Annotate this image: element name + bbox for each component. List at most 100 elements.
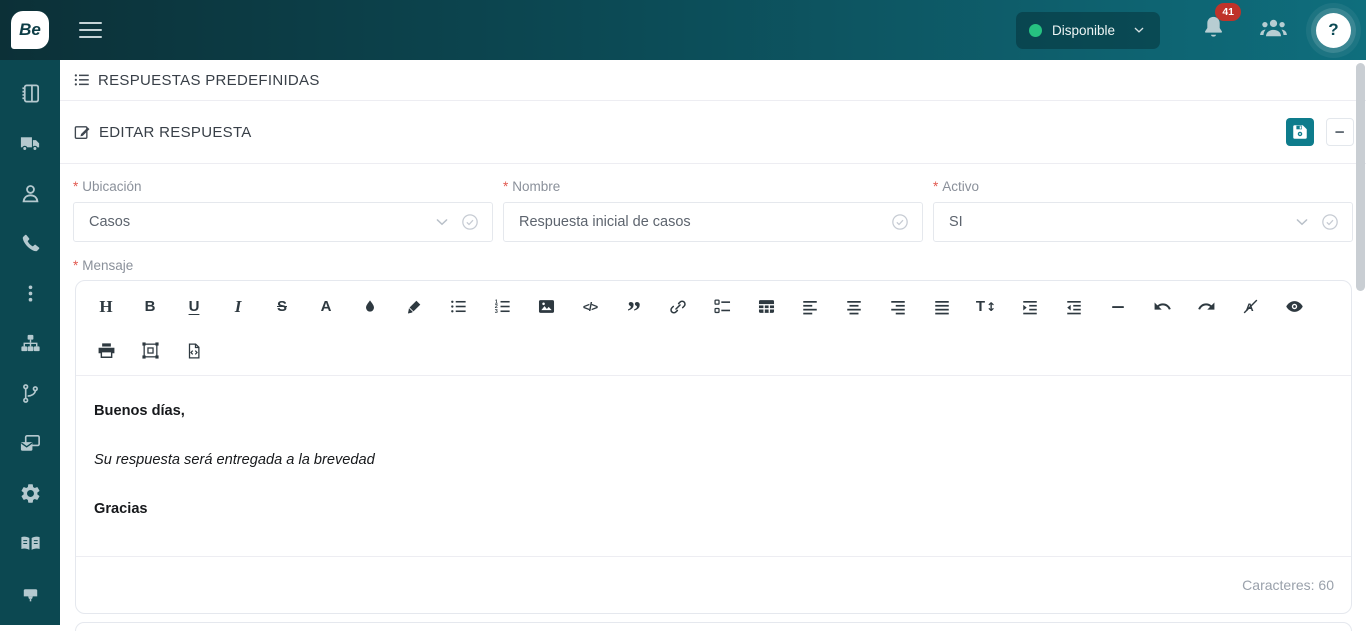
highlight-button[interactable]: [392, 291, 436, 322]
header-button[interactable]: H: [84, 291, 128, 322]
check-circle-icon: [890, 212, 910, 232]
align-left-button[interactable]: [788, 291, 832, 322]
nombre-label: Nombre: [512, 179, 560, 194]
strikethrough-glyph: S: [277, 298, 287, 315]
sidebar-item-clients[interactable]: [19, 182, 42, 205]
form-row: *Ubicación Casos *Nombre Respuesta inici…: [73, 179, 1353, 242]
mensaje-label: Mensaje: [82, 258, 133, 273]
insert-link-button[interactable]: [656, 291, 700, 322]
code-file-button[interactable]: [172, 335, 216, 366]
code-view-button[interactable]: </>: [568, 291, 612, 322]
mail-screen-icon: [19, 432, 42, 455]
activo-select[interactable]: SI: [933, 202, 1353, 242]
plug-icon: [19, 582, 42, 605]
align-justify-button[interactable]: [920, 291, 964, 322]
sidebar-item-workflows[interactable]: [19, 382, 42, 405]
redo-button[interactable]: [1184, 291, 1228, 322]
page-title: RESPUESTAS PREDEFINIDAS: [98, 72, 320, 89]
page-scrollbar[interactable]: [1356, 63, 1365, 291]
status-dot-icon: [1029, 24, 1042, 37]
phone-icon: [19, 232, 42, 255]
editor-paragraph: Su respuesta será entregada a la breveda…: [94, 451, 1333, 469]
panel-title: EDITAR RESPUESTA: [99, 124, 252, 141]
help-button[interactable]: ?: [1316, 13, 1351, 48]
strikethrough-button[interactable]: S: [260, 291, 304, 322]
bold-glyph: B: [145, 298, 156, 315]
sidebar-item-contacts[interactable]: [19, 82, 42, 105]
align-right-button[interactable]: [876, 291, 920, 322]
sidebar-item-settings[interactable]: [19, 482, 42, 505]
ubicacion-value: Casos: [89, 214, 432, 230]
sidebar-item-integrations[interactable]: [19, 582, 42, 605]
notifications-button[interactable]: 41: [1200, 14, 1227, 46]
activo-label: Activo: [942, 179, 979, 194]
notification-badge: 41: [1215, 3, 1241, 21]
editor-paragraph: Gracias: [94, 500, 1333, 518]
align-center-button[interactable]: [832, 291, 876, 322]
indent-button[interactable]: [1008, 291, 1052, 322]
hamburger-menu-icon[interactable]: [79, 22, 102, 38]
undo-icon: [1153, 297, 1172, 316]
align-center-icon: [845, 298, 863, 316]
users-group-icon: [1259, 13, 1288, 42]
editor-toolbar: H B U I S A 123: [76, 281, 1351, 375]
chevron-down-icon[interactable]: [1292, 212, 1312, 232]
insert-image-button[interactable]: [524, 291, 568, 322]
field-ubicacion: *Ubicación Casos: [73, 179, 493, 242]
activo-value: SI: [949, 214, 1292, 230]
branch-icon: [19, 382, 42, 405]
print-button[interactable]: [84, 335, 128, 366]
nombre-input[interactable]: Respuesta inicial de casos: [503, 202, 923, 242]
preview-button[interactable]: [1272, 291, 1316, 322]
bold-button[interactable]: B: [128, 291, 172, 322]
sitemap-icon: [19, 332, 42, 355]
logo-text: Be: [19, 20, 41, 40]
status-dropdown[interactable]: Disponible: [1016, 12, 1160, 49]
ink-drop-icon: [361, 298, 379, 316]
collapse-button[interactable]: [1326, 118, 1354, 146]
italic-button[interactable]: I: [216, 291, 260, 322]
editor-content[interactable]: Buenos días, Su respuesta será entregada…: [76, 375, 1351, 556]
horizontal-rule-button[interactable]: [1096, 291, 1140, 322]
numbered-list-icon: 123: [493, 297, 512, 316]
eye-icon: [1285, 297, 1304, 316]
underline-button[interactable]: U: [172, 291, 216, 322]
truck-icon: [19, 132, 42, 155]
bullet-list-button[interactable]: [436, 291, 480, 322]
next-panel-edge: [75, 622, 1352, 631]
agents-button[interactable]: [1259, 13, 1288, 47]
insert-table-button[interactable]: [744, 291, 788, 322]
numbered-list-button[interactable]: 123: [480, 291, 524, 322]
ink-color-button[interactable]: [348, 291, 392, 322]
link-icon: [669, 298, 687, 316]
panel-header: EDITAR RESPUESTA: [60, 101, 1366, 164]
frame-select-icon: [141, 341, 160, 360]
sidebar-item-phone[interactable]: [19, 232, 42, 255]
font-color-button[interactable]: A: [304, 291, 348, 322]
chevron-down-icon[interactable]: [432, 212, 452, 232]
save-button[interactable]: [1286, 118, 1314, 146]
horizontal-rule-icon: [1109, 298, 1127, 316]
editor-paragraph: Buenos días,: [94, 402, 1333, 420]
undo-button[interactable]: [1140, 291, 1184, 322]
frame-select-button[interactable]: [128, 335, 172, 366]
sidebar-item-fleet[interactable]: [19, 132, 42, 155]
field-nombre: *Nombre Respuesta inicial de casos: [503, 179, 923, 242]
settings-gear-icon: [19, 482, 42, 505]
sidebar-item-knowledge[interactable]: [19, 532, 42, 555]
clear-format-button[interactable]: A: [1228, 291, 1272, 322]
ubicacion-select[interactable]: Casos: [73, 202, 493, 242]
bullet-list-icon: [449, 297, 468, 316]
sidebar-item-more[interactable]: [19, 282, 42, 305]
app-logo[interactable]: Be: [11, 11, 49, 49]
font-size-button[interactable]: T↕: [964, 291, 1008, 322]
task-list-button[interactable]: [700, 291, 744, 322]
char-counter: Caracteres: 60: [1242, 577, 1334, 593]
sidebar-item-organization[interactable]: [19, 332, 42, 355]
sidebar-item-channels[interactable]: [19, 432, 42, 455]
align-left-icon: [801, 298, 819, 316]
blockquote-button[interactable]: ”: [612, 291, 656, 322]
top-navbar: Be Disponible 41 ?: [0, 0, 1366, 60]
question-mark-icon: ?: [1328, 20, 1338, 40]
outdent-button[interactable]: [1052, 291, 1096, 322]
